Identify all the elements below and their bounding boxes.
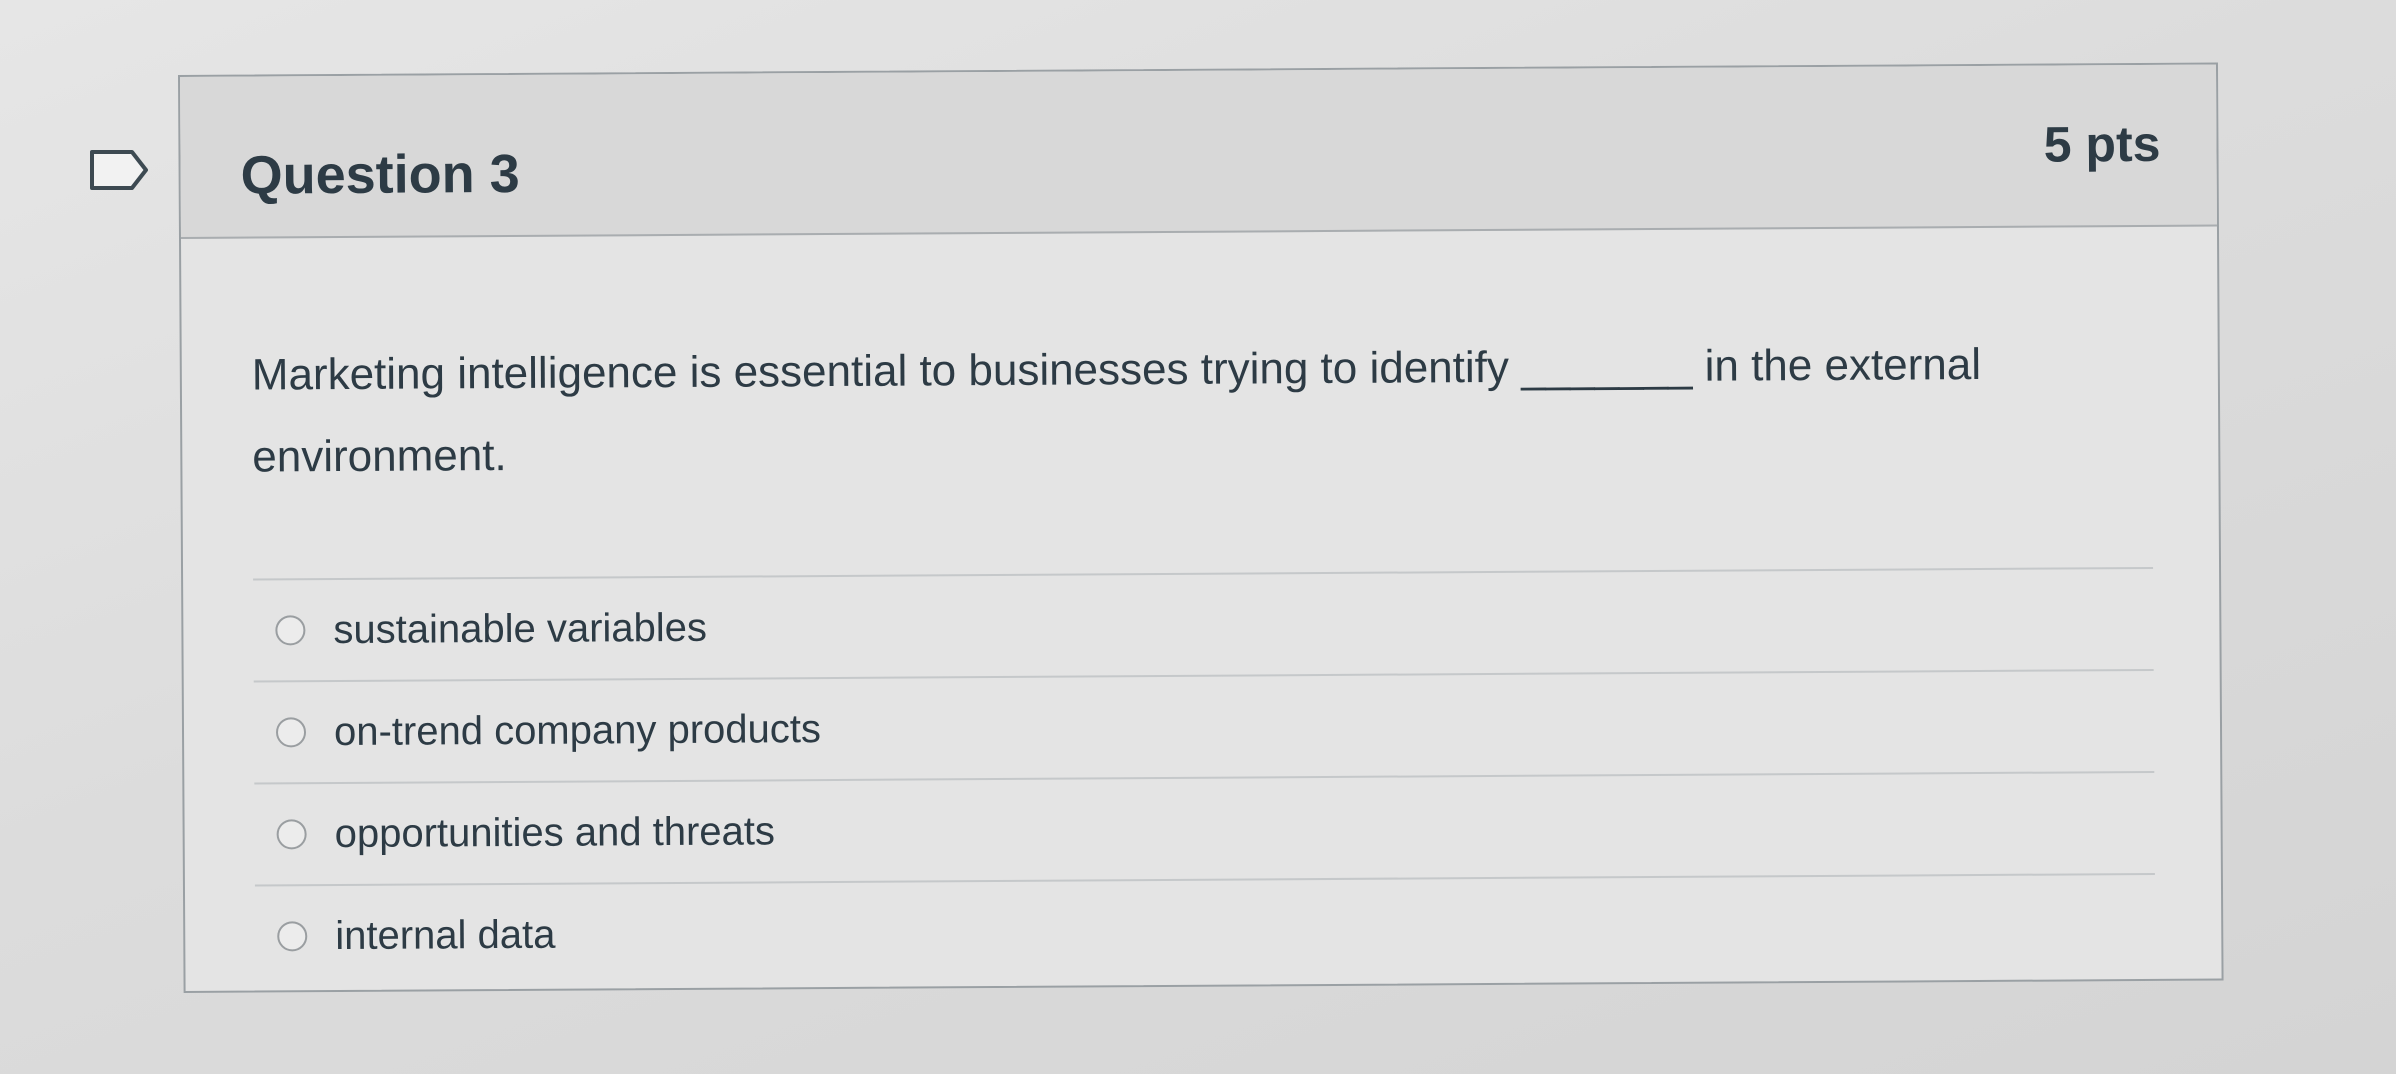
question-points: 5 pts xyxy=(2043,115,2161,173)
answer-label: sustainable variables xyxy=(333,605,708,652)
answer-label: internal data xyxy=(335,912,556,958)
question-card: Question 3 5 pts Marketing intelligence … xyxy=(178,62,2224,993)
answer-option[interactable]: on-trend company products xyxy=(253,670,2155,785)
question-title: Question 3 xyxy=(240,143,520,206)
answer-option[interactable]: sustainable variables xyxy=(253,568,2154,683)
flag-question-icon[interactable] xyxy=(88,148,152,192)
question-text: Marketing intelligence is essential to b… xyxy=(251,339,1982,482)
answer-list: sustainable variables on-trend company p… xyxy=(253,566,2156,987)
question-header: Question 3 5 pts xyxy=(180,64,2217,239)
radio-button-icon[interactable] xyxy=(275,717,307,748)
answer-option[interactable]: internal data xyxy=(255,875,2156,987)
answer-label: opportunities and threats xyxy=(334,808,776,856)
radio-button-icon[interactable] xyxy=(277,921,308,952)
radio-button-icon[interactable] xyxy=(276,819,307,850)
answer-label: on-trend company products xyxy=(333,706,822,754)
radio-button-icon[interactable] xyxy=(275,615,306,646)
answer-option[interactable]: opportunities and threats xyxy=(254,772,2155,887)
